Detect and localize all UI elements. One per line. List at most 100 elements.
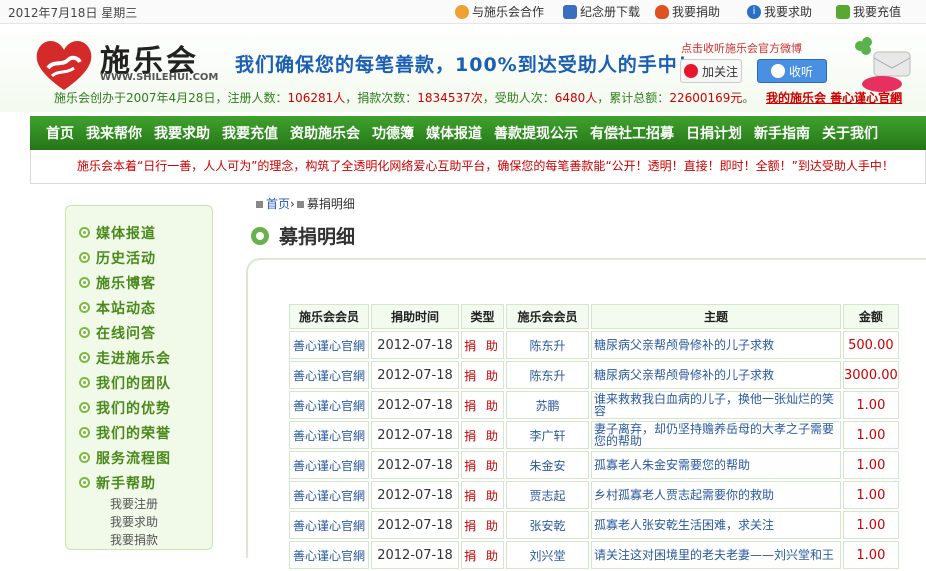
time-cell: 2012-07-18 bbox=[371, 511, 459, 539]
donor-cell[interactable]: 善心谨心官網 bbox=[289, 361, 369, 389]
total-amount: 22600169元 bbox=[669, 91, 743, 105]
notice-bar: 施乐会本着“日行一善，人人可为”的理念，构筑了全透明化网络爱心互助平台，确保您的… bbox=[30, 150, 926, 184]
nav-fund-shilehui[interactable]: 资助施乐会 bbox=[284, 123, 366, 143]
recipient-cell[interactable]: 李广轩 bbox=[506, 421, 589, 449]
subject-cell[interactable]: 糖尿病父亲帮颅骨修补的儿子求救 bbox=[591, 331, 841, 359]
sidebar-item-newbie[interactable]: 新手帮助 bbox=[66, 470, 212, 495]
table-row: 善心谨心官網 2012-07-18 捐 助朱金安 孤寡老人朱金安需要您的帮助 1.00 bbox=[289, 451, 899, 479]
page-title: 募捐明细 bbox=[251, 222, 355, 249]
donor-cell[interactable]: 善心谨心官網 bbox=[289, 511, 369, 539]
nav-withdraw-notice[interactable]: 善款提现公示 bbox=[488, 123, 584, 143]
weibo-note: 点击收听施乐会官方微博 bbox=[681, 42, 802, 55]
breadcrumb: 首页› 募捐明细 bbox=[256, 195, 355, 212]
card-icon bbox=[836, 4, 850, 19]
donor-cell[interactable]: 善心谨心官網 bbox=[289, 481, 369, 509]
amount-cell: 500.00 bbox=[843, 331, 899, 359]
subject-cell[interactable]: 谁来救救我白血病的儿子，换他一张灿烂的笑容 bbox=[591, 391, 841, 419]
nav-help-you[interactable]: 我来帮你 bbox=[80, 123, 148, 143]
sidebar-sub-request[interactable]: 我要求助 bbox=[66, 513, 212, 531]
time-cell: 2012-07-18 bbox=[371, 361, 459, 389]
top-bar: 2012年7月18日 星期三 与施乐会合作 纪念册下载 我要捐助 i 我要求助 我… bbox=[0, 0, 926, 24]
nav-guide[interactable]: 新手指南 bbox=[748, 123, 816, 143]
amount-cell: 1.00 bbox=[843, 481, 899, 509]
recharge-link[interactable]: 我要充值 bbox=[836, 3, 901, 20]
recipient-cell[interactable]: 刘兴堂 bbox=[506, 541, 589, 569]
square-icon bbox=[256, 201, 263, 208]
bullet-icon bbox=[79, 477, 90, 488]
time-cell: 2012-07-18 bbox=[371, 481, 459, 509]
donor-cell[interactable]: 善心谨心官網 bbox=[289, 541, 369, 569]
subject-cell[interactable]: 孤寡老人张安乾生活困难，求关注 bbox=[591, 511, 841, 539]
table-row: 善心谨心官網 2012-07-18 捐 助陈东升 糖尿病父亲帮颅骨修补的儿子求救 300… bbox=[289, 361, 899, 389]
sidebar-item-about[interactable]: 走进施乐会 bbox=[66, 345, 212, 370]
info-icon: i bbox=[747, 4, 761, 19]
nav-about[interactable]: 关于我们 bbox=[816, 123, 884, 143]
weibo-icon bbox=[683, 64, 698, 78]
sidebar: 媒体报道 历史活动 施乐博客 本站动态 在线问答 走进施乐会 我们的团队 我们的… bbox=[65, 205, 213, 550]
time-cell: 2012-07-18 bbox=[371, 421, 459, 449]
recipient-cell[interactable]: 苏鹏 bbox=[506, 391, 589, 419]
album-download-link[interactable]: 纪念册下载 bbox=[563, 3, 640, 20]
nav-media[interactable]: 媒体报道 bbox=[420, 123, 488, 143]
request-help-link[interactable]: i 我要求助 bbox=[747, 3, 812, 20]
header-slogan: 我们确保您的每笔善款，100%到达受助人的手中！ bbox=[235, 54, 698, 76]
recipient-cell[interactable]: 陈东升 bbox=[506, 361, 589, 389]
donor-cell[interactable]: 善心谨心官網 bbox=[289, 331, 369, 359]
recipient-cell[interactable]: 贾志起 bbox=[506, 481, 589, 509]
sidebar-item-team[interactable]: 我们的团队 bbox=[66, 370, 212, 395]
sidebar-sub-donate[interactable]: 我要捐款 bbox=[66, 531, 212, 549]
cooperate-link[interactable]: 与施乐会合作 bbox=[455, 3, 544, 20]
nav-merit-book[interactable]: 功德簿 bbox=[366, 123, 420, 143]
subject-cell[interactable]: 妻子离弃，却仍坚持赡养岳母的大孝之子需要您的帮助 bbox=[591, 421, 841, 449]
recipient-cell[interactable]: 陈东升 bbox=[506, 331, 589, 359]
subject-cell[interactable]: 乡村孤寡老人贾志起需要你的救助 bbox=[591, 481, 841, 509]
title-bullet-icon bbox=[251, 226, 269, 245]
recipient-cell[interactable]: 张安乾 bbox=[506, 511, 589, 539]
sidebar-item-honors[interactable]: 我们的荣誉 bbox=[66, 420, 212, 445]
table-row: 善心谨心官網 2012-07-18 捐 助陈东升 糖尿病父亲帮颅骨修补的儿子求救 500… bbox=[289, 331, 899, 359]
logo-url: WWW.SHILEHUI.COM bbox=[100, 72, 219, 83]
nav-daily-plan[interactable]: 日捐计划 bbox=[680, 123, 748, 143]
type-cell: 捐 助 bbox=[461, 451, 504, 479]
sidebar-item-process[interactable]: 服务流程图 bbox=[66, 445, 212, 470]
sidebar-item-qa[interactable]: 在线问答 bbox=[66, 320, 212, 345]
nav-request-help[interactable]: 我要求助 bbox=[148, 123, 216, 143]
nav-recharge[interactable]: 我要充值 bbox=[216, 123, 284, 143]
sidebar-sub-register[interactable]: 我要注册 bbox=[66, 495, 212, 513]
amount-cell: 1.00 bbox=[843, 421, 899, 449]
subject-cell[interactable]: 孤寡老人朱金安需要您的帮助 bbox=[591, 451, 841, 479]
donor-cell[interactable]: 善心谨心官網 bbox=[289, 421, 369, 449]
sidebar-item-media[interactable]: 媒体报道 bbox=[66, 220, 212, 245]
type-cell: 捐 助 bbox=[461, 361, 504, 389]
amount-cell: 1.00 bbox=[843, 541, 899, 569]
type-cell: 捐 助 bbox=[461, 421, 504, 449]
type-cell: 捐 助 bbox=[461, 331, 504, 359]
subject-cell[interactable]: 请关注这对困境里的老夫老妻——刘兴堂和王 bbox=[591, 541, 841, 569]
amount-cell: 1.00 bbox=[843, 391, 899, 419]
time-cell: 2012-07-18 bbox=[371, 541, 459, 569]
subject-cell[interactable]: 糖尿病父亲帮颅骨修补的儿子求救 bbox=[591, 361, 841, 389]
breadcrumb-home[interactable]: 首页 bbox=[266, 197, 290, 211]
type-cell: 捐 助 bbox=[461, 481, 504, 509]
donor-cell[interactable]: 善心谨心官網 bbox=[289, 391, 369, 419]
logo-heart-icon[interactable] bbox=[34, 38, 94, 92]
table-row: 善心谨心官網 2012-07-18 捐 助刘兴堂 请关注这对困境里的老夫老妻——刘兴堂… bbox=[289, 541, 899, 569]
follow-weibo-button[interactable]: 加关注 bbox=[680, 59, 742, 83]
sidebar-item-blog[interactable]: 施乐博客 bbox=[66, 270, 212, 295]
donor-cell[interactable]: 善心谨心官網 bbox=[289, 451, 369, 479]
my-shilehui-link[interactable]: 我的施乐会 善心谨心官網 bbox=[766, 89, 902, 106]
table-header-row: 施乐会会员 捐助时间 类型 施乐会会员 主题 金额 bbox=[289, 304, 899, 329]
donate-link[interactable]: 我要捐助 bbox=[655, 3, 720, 20]
sidebar-item-advantages[interactable]: 我们的优势 bbox=[66, 395, 212, 420]
recipient-cell[interactable]: 朱金安 bbox=[506, 451, 589, 479]
nav-home[interactable]: 首页 bbox=[40, 123, 80, 143]
table-row: 善心谨心官網 2012-07-18 捐 助苏鹏 谁来救救我白血病的儿子，换他一张灿烂的… bbox=[289, 391, 899, 419]
sidebar-item-history[interactable]: 历史活动 bbox=[66, 245, 212, 270]
clover-mailbox-icon bbox=[855, 37, 911, 92]
sidebar-item-news[interactable]: 本站动态 bbox=[66, 295, 212, 320]
listen-weibo-button[interactable]: 收听 bbox=[757, 59, 827, 83]
bullet-icon bbox=[79, 302, 90, 313]
col-amount: 金额 bbox=[843, 304, 899, 329]
nav-recruit[interactable]: 有偿社工招募 bbox=[584, 123, 680, 143]
tencent-icon bbox=[770, 64, 785, 78]
